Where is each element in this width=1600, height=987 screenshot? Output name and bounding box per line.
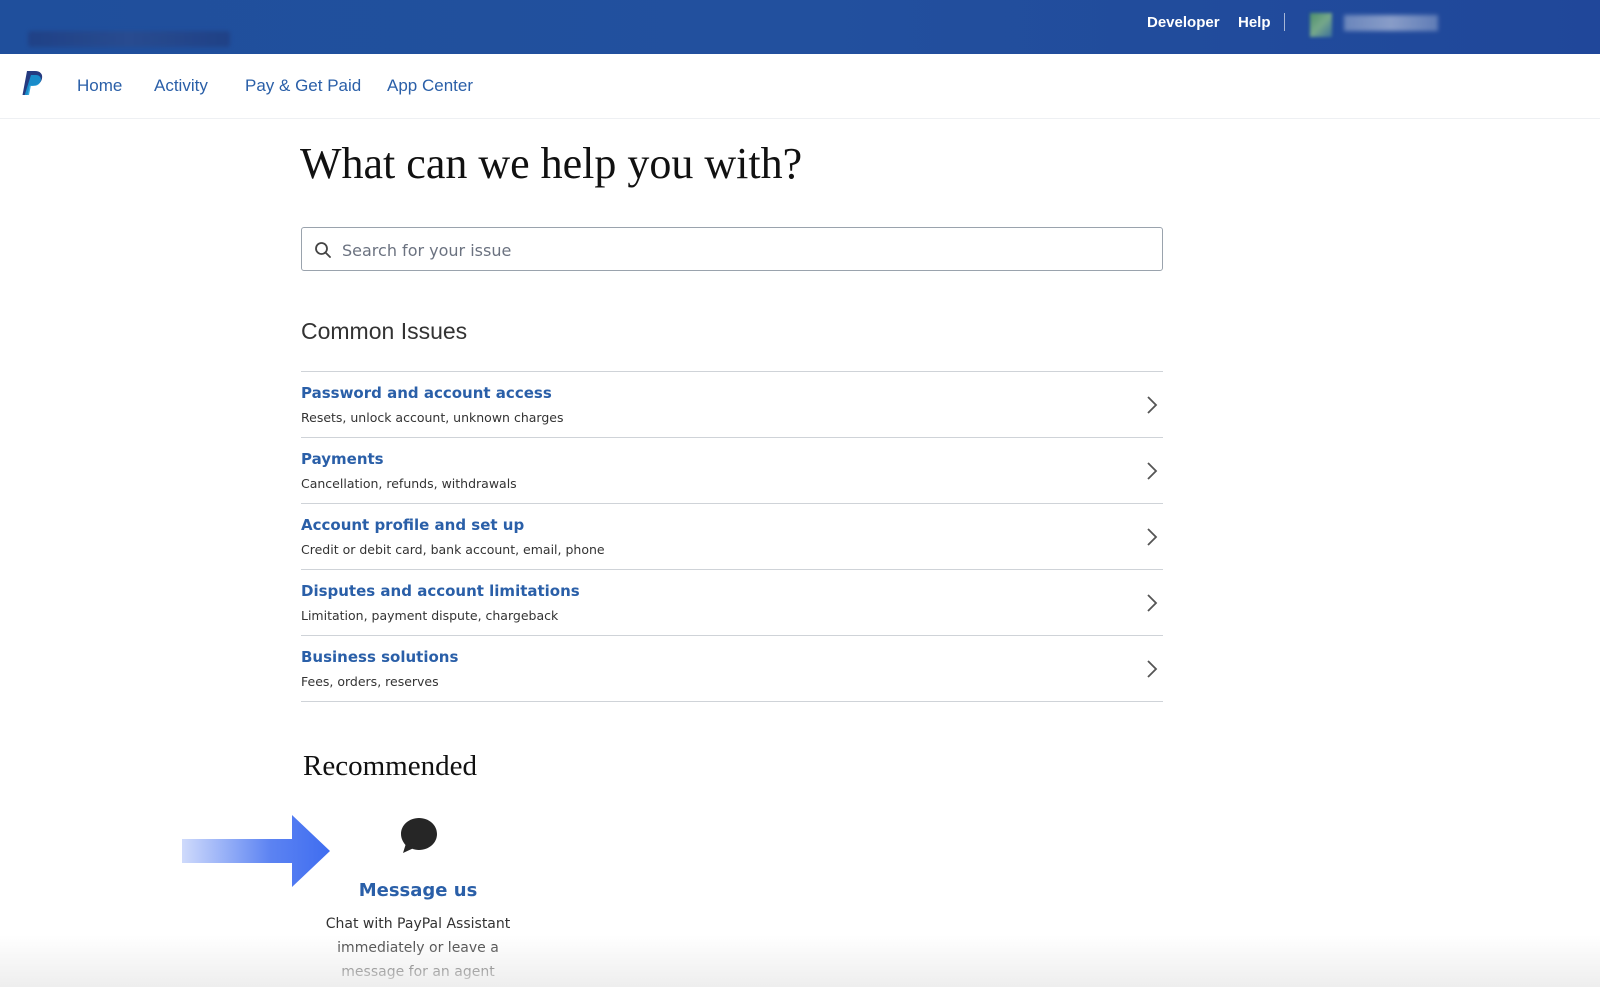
main-nav [0, 54, 1600, 119]
message-us-description: Chat with PayPal Assistant immediately o… [325, 916, 511, 980]
issue-title[interactable]: Disputes and account limitations [301, 582, 580, 600]
nav-home[interactable]: Home [77, 76, 122, 96]
issue-description: Limitation, payment dispute, chargeback [301, 608, 559, 623]
common-issues-list: Password and account access Resets, unlo… [301, 371, 1163, 702]
page-title: What can we help you with? [300, 139, 803, 188]
redacted-text [28, 31, 230, 47]
chat-bubble-icon[interactable] [398, 815, 440, 857]
common-issues-heading: Common Issues [301, 318, 468, 344]
account-name[interactable] [1344, 15, 1438, 31]
issue-disputes-limitations[interactable]: Disputes and account limitations Limitat… [301, 569, 1163, 635]
nav-pay-get-paid[interactable]: Pay & Get Paid [245, 76, 361, 96]
issue-title[interactable]: Account profile and set up [301, 516, 524, 534]
paypal-logo-icon[interactable] [22, 70, 44, 98]
chevron-right-icon [1147, 462, 1158, 480]
issue-password-account-access[interactable]: Password and account access Resets, unlo… [301, 371, 1163, 437]
nav-app-center[interactable]: App Center [387, 76, 473, 96]
issue-title[interactable]: Payments [301, 450, 384, 468]
help-link[interactable]: Help [1238, 14, 1271, 31]
recommended-heading: Recommended [303, 750, 477, 782]
issue-description: Credit or debit card, bank account, emai… [301, 542, 605, 557]
avatar[interactable] [1310, 13, 1332, 37]
issue-description: Fees, orders, reserves [301, 674, 439, 689]
chevron-right-icon [1147, 594, 1158, 612]
developer-link[interactable]: Developer [1147, 14, 1220, 31]
issue-description: Resets, unlock account, unknown charges [301, 410, 564, 425]
issue-title[interactable]: Password and account access [301, 384, 552, 402]
issue-title[interactable]: Business solutions [301, 648, 458, 666]
arrow-right-icon [182, 815, 330, 887]
search-icon [315, 242, 331, 258]
issue-description: Cancellation, refunds, withdrawals [301, 476, 517, 491]
chevron-right-icon [1147, 396, 1158, 414]
issue-business-solutions[interactable]: Business solutions Fees, orders, reserve… [301, 635, 1163, 702]
divider [1284, 13, 1285, 31]
top-bar: Developer Help [0, 0, 1600, 54]
issue-payments[interactable]: Payments Cancellation, refunds, withdraw… [301, 437, 1163, 503]
bottom-shadow [0, 935, 1600, 987]
chevron-right-icon [1147, 660, 1158, 678]
issue-account-profile[interactable]: Account profile and set up Credit or deb… [301, 503, 1163, 569]
search-box[interactable] [301, 227, 1163, 271]
search-input[interactable] [340, 234, 1144, 266]
nav-activity[interactable]: Activity [154, 76, 208, 96]
chevron-right-icon [1147, 528, 1158, 546]
message-us-link[interactable]: Message us [318, 880, 518, 901]
